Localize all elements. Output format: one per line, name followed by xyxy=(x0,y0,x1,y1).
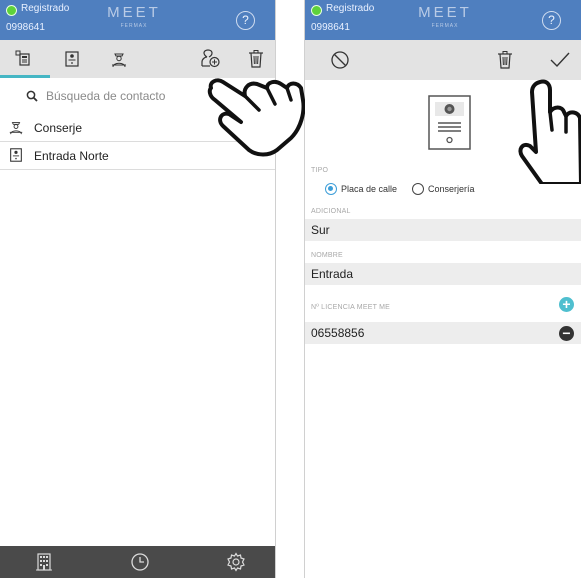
tipo-label: TIPO xyxy=(311,167,329,174)
search-bar xyxy=(0,78,275,114)
add-license-button[interactable]: + xyxy=(559,297,574,312)
brand-maker: FERMAX xyxy=(431,23,459,29)
adicional-value: Sur xyxy=(311,223,330,237)
contact-search-input[interactable] xyxy=(46,87,226,105)
radio-label: Conserjería xyxy=(428,184,475,194)
status-bar: Registrado 0998641 MEET FERMAX ? xyxy=(305,0,581,40)
street-panel-icon xyxy=(8,147,24,163)
licencia-value: 06558856 xyxy=(311,326,365,340)
nombre-field[interactable]: Entrada xyxy=(305,263,581,285)
add-contact-icon[interactable] xyxy=(197,46,223,72)
remove-license-button[interactable]: − xyxy=(559,326,574,341)
licencia-field[interactable]: 06558856 xyxy=(305,322,581,344)
radio-placa-de-calle[interactable]: Placa de calle xyxy=(325,183,397,195)
trash-icon[interactable] xyxy=(243,46,269,72)
registered-status-icon xyxy=(311,5,322,16)
edit-toolbar xyxy=(305,40,581,80)
panel-list-icon[interactable] xyxy=(11,46,37,72)
radio-label: Placa de calle xyxy=(341,184,398,194)
check-icon[interactable] xyxy=(547,47,573,73)
meet-logo: MEET FERMAX xyxy=(405,4,485,30)
building-icon[interactable] xyxy=(32,551,56,573)
device-id: 0998641 xyxy=(311,22,350,33)
concierge-icon xyxy=(8,119,24,135)
radio-conserjeria[interactable]: Conserjería xyxy=(412,183,475,195)
cancel-icon[interactable] xyxy=(327,47,353,73)
device-id: 0998641 xyxy=(6,22,45,33)
brand-maker: FERMAX xyxy=(120,23,148,29)
brand-name: MEET xyxy=(107,4,161,21)
nombre-label: NOMBRE xyxy=(311,252,343,259)
brand-name: MEET xyxy=(418,4,472,21)
registered-status-icon xyxy=(6,5,17,16)
gear-icon[interactable] xyxy=(224,551,248,573)
status-bar: Registrado 0998641 MEET FERMAX ? xyxy=(0,0,275,40)
contacts-toolbar xyxy=(0,40,275,78)
radio-selected-icon xyxy=(325,183,337,195)
screenshot: Registrado 0998641 MEET FERMAX ? Búsqued… xyxy=(0,0,581,578)
clock-icon[interactable] xyxy=(128,551,152,573)
search-icon xyxy=(26,89,38,107)
contact-row-entrada-norte[interactable]: Entrada Norte xyxy=(0,142,275,170)
help-button[interactable]: ? xyxy=(542,11,561,30)
help-button[interactable]: ? xyxy=(236,11,255,30)
adicional-field[interactable]: Sur xyxy=(305,219,581,241)
status-label: Registrado xyxy=(21,3,70,14)
contacts-screen: Registrado 0998641 MEET FERMAX ? Búsqued… xyxy=(0,0,276,578)
trash-icon[interactable] xyxy=(492,47,518,73)
concierge-icon[interactable] xyxy=(106,46,132,72)
edit-contact-screen: Registrado 0998641 MEET FERMAX ? TIPO Pl… xyxy=(304,0,581,578)
contact-name: Conserje xyxy=(34,121,83,135)
status-label: Registrado xyxy=(326,3,375,14)
street-panel-icon[interactable] xyxy=(59,46,85,72)
street-panel-icon xyxy=(428,95,471,150)
meet-logo: MEET FERMAX xyxy=(94,4,174,30)
nombre-value: Entrada xyxy=(311,267,354,281)
contact-row-conserje[interactable]: Conserje xyxy=(0,114,275,142)
licencia-label: Nº LICENCIA MEET ME xyxy=(311,304,390,311)
contact-name: Entrada Norte xyxy=(34,149,109,163)
adicional-label: ADICIONAL xyxy=(311,208,351,215)
bottom-navigation xyxy=(0,546,275,578)
radio-unselected-icon xyxy=(412,183,424,195)
